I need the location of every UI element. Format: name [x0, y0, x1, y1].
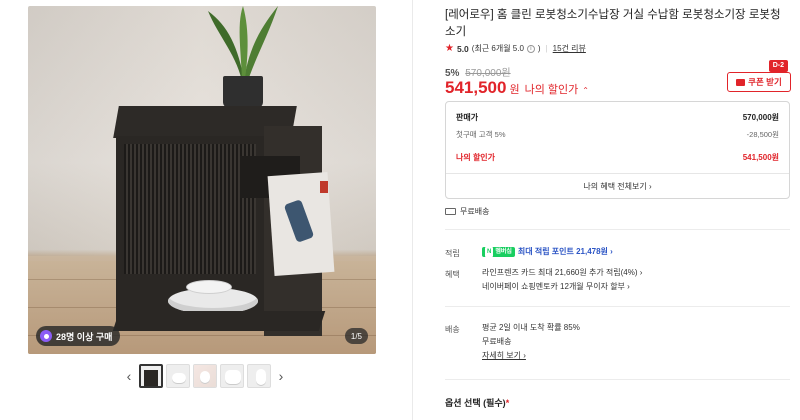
my-discount-label: 나의 할인가: [456, 153, 496, 162]
card-benefit-link[interactable]: 라인프렌즈 카드 최대 21,660원 추가 적립(4%) ›: [482, 266, 642, 280]
rating-separator: |: [545, 44, 548, 53]
original-price-row: 5% 570,000원: [445, 64, 511, 79]
free-shipping-text: 무료배송: [460, 207, 490, 216]
star-icon: ★: [445, 43, 454, 54]
first-purchase-label: 첫구매 고객 5%: [456, 130, 506, 139]
coupon-download-button[interactable]: 쿠폰 받기: [727, 72, 791, 92]
product-title: [레어로우] 홈 클린 로봇청소기수납장 거실 수납함 로봇청소기장 로봇청소기: [445, 9, 781, 38]
plant-leaves: [208, 6, 278, 86]
price-row-first-purchase: 첫구매 고객 5% -28,500원: [456, 129, 779, 140]
column-divider: [412, 0, 413, 420]
delivery-fee: 무료배송: [482, 337, 512, 346]
coupon-area: D-2 쿠폰 받기: [727, 60, 791, 94]
free-shipping-badge: 무료배송: [445, 206, 489, 217]
option-select-label: 옵션 선택 (필수)*: [445, 398, 510, 408]
rating-recent: (최근 6개월 5.0: [471, 44, 524, 53]
benefits-label: 혜택: [445, 270, 460, 279]
delivery-arrival-rate: 평균 2일 이내 도착 확률 85%: [482, 323, 580, 332]
buyer-count-badge: 28명 이상 구매: [36, 326, 121, 346]
buyer-count-text: 28명 이상 구매: [56, 331, 113, 342]
coupon-button-label: 쿠폰 받기: [748, 77, 782, 87]
main-product-image[interactable]: 28명 이상 구매 1/5: [28, 6, 376, 354]
max-points-text: 최대 적립 포인트 21,478원 ›: [517, 247, 613, 256]
price-breakdown-box: 판매가 570,000원 첫구매 고객 5% -28,500원 나의 할인가 5…: [445, 101, 790, 199]
delivery-info: 평균 2일 이내 도착 확률 85% 무료배송 자세히 보기 ›: [482, 321, 580, 363]
delivery-label: 배송: [445, 325, 460, 334]
buyer-icon: [40, 330, 52, 342]
thumb-next-arrow-icon[interactable]: ›: [274, 364, 288, 388]
sale-price-unit: 원: [509, 84, 520, 96]
thumbnail-strip: ‹ ›: [122, 364, 288, 388]
section-divider: [445, 306, 790, 307]
info-icon[interactable]: i: [526, 44, 535, 53]
coupon-icon: [736, 78, 746, 86]
thumb-prev-arrow-icon[interactable]: ‹: [122, 364, 136, 388]
price-box-divider: [446, 173, 789, 174]
section-divider: [445, 229, 790, 230]
image-pager: 1/5: [344, 328, 368, 344]
list-price-value: 570,000원: [742, 113, 779, 122]
delivery-detail-link[interactable]: 자세히 보기 ›: [482, 349, 580, 363]
view-all-benefits-link[interactable]: 나의 혜택 전체보기 ›: [446, 181, 789, 192]
sale-price: 541,500: [445, 78, 507, 97]
coupon-dday-badge: D-2: [768, 60, 788, 72]
robot-vacuum-top: [186, 280, 232, 294]
installment-benefit-link[interactable]: 네이버페이 쇼핑멘토카 12개월 무이자 할부 ›: [482, 280, 642, 294]
review-count-link[interactable]: 15건 리뷰: [553, 43, 586, 54]
list-price-label: 판매가: [456, 113, 479, 122]
required-mark: *: [505, 398, 510, 408]
price-row-my-discount: 나의 할인가 541,500원: [456, 152, 779, 163]
price-row-list: 판매가 570,000원: [456, 112, 779, 123]
thumbnail-3[interactable]: [193, 364, 217, 388]
benefits-list: 라인프렌즈 카드 최대 21,660원 추가 적립(4%) › 네이버페이 쇼핑…: [482, 266, 642, 294]
sale-price-row[interactable]: 541,500 원 나의 할인가 ⌃: [445, 78, 589, 98]
sale-price-label: 나의 할인가: [524, 84, 579, 96]
cabinet-grill: [124, 144, 256, 274]
rating-row: ★ 5.0 (최근 6개월 5.0 i ) | 15건 리뷰: [445, 43, 586, 54]
thumbnail-4[interactable]: [220, 364, 244, 388]
truck-icon: [445, 208, 456, 215]
npay-membership-badge: N 멤버십: [482, 246, 515, 257]
my-discount-value: 541,500원: [742, 153, 779, 162]
plant-pot: [223, 76, 263, 108]
thumbnail-5[interactable]: [247, 364, 271, 388]
poster-accent: [320, 181, 328, 193]
rating-recent-close: ): [537, 44, 541, 53]
cabinet-base: [112, 311, 326, 331]
chevron-up-icon: ⌃: [582, 86, 589, 95]
points-value[interactable]: N 멤버십 최대 적립 포인트 21,478원 ›: [482, 245, 613, 259]
thumbnail-2[interactable]: [166, 364, 190, 388]
first-purchase-value: -28,500원: [746, 130, 779, 139]
points-label: 적립: [445, 249, 460, 258]
section-divider: [445, 379, 790, 380]
thumbnail-1[interactable]: [139, 364, 163, 388]
rating-score: 5.0: [456, 43, 469, 54]
